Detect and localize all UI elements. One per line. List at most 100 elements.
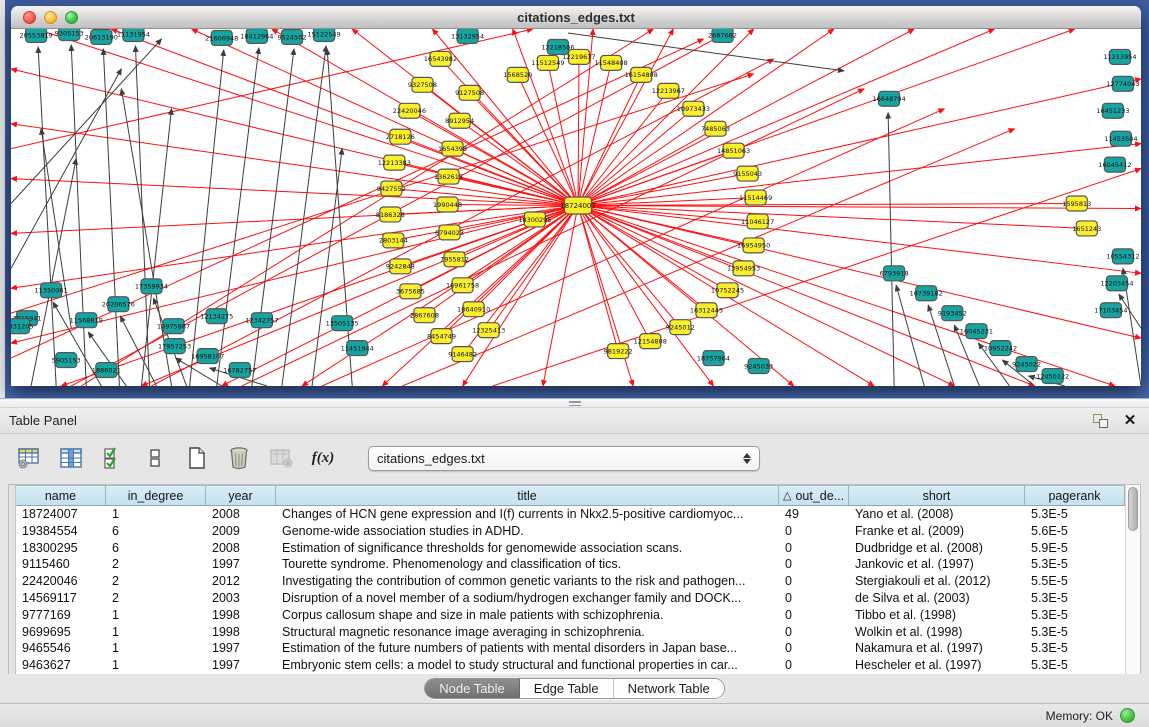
graph-node[interactable]: 16451233 — [1096, 103, 1129, 118]
graph-node[interactable]: 10952242 — [984, 341, 1017, 356]
graph-node[interactable]: 12342757 — [245, 313, 278, 328]
table-cell[interactable]: 0 — [779, 556, 849, 573]
graph-node[interactable]: 11046127 — [741, 214, 774, 229]
graph-node[interactable]: 5905153 — [52, 353, 81, 368]
graph-node[interactable]: 1651243 — [1072, 221, 1101, 236]
graph-node[interactable]: 10752245 — [711, 283, 744, 298]
table-cell[interactable]: 1 — [106, 607, 206, 624]
graph-node[interactable]: 17359934 — [135, 279, 168, 294]
table-cell[interactable]: Wolkin et al. (1998) — [849, 624, 1025, 641]
table-cell[interactable]: 1998 — [206, 624, 276, 641]
table-cell[interactable]: 1 — [106, 640, 206, 657]
graph-node[interactable]: 13505135 — [326, 316, 359, 331]
column-header-in_degree[interactable]: in_degree — [106, 486, 206, 505]
table-cell[interactable]: Dudbridge et al. (2008) — [849, 540, 1025, 557]
table-cell[interactable]: 2009 — [206, 523, 276, 540]
graph-node[interactable]: 20206576 — [102, 297, 135, 312]
column-header-year[interactable]: year — [206, 486, 276, 505]
table-cell[interactable]: 9699695 — [16, 624, 106, 641]
table-cell[interactable]: 1 — [106, 657, 206, 674]
table-cell[interactable]: 1 — [106, 624, 206, 641]
table-cell[interactable]: 1 — [106, 506, 206, 523]
table-cell[interactable]: 6 — [106, 523, 206, 540]
graph-node[interactable]: 6793918 — [880, 266, 909, 281]
graph-node[interactable]: 2867608 — [410, 308, 439, 323]
graph-node[interactable]: 8186328 — [376, 207, 405, 222]
graph-node[interactable]: 9155043 — [733, 166, 762, 181]
table-cell[interactable]: 0 — [779, 523, 849, 540]
table-cell[interactable]: Investigating the contribution of common… — [276, 573, 779, 590]
graph-node[interactable]: 18640910 — [457, 302, 490, 317]
panel-resize-handle[interactable] — [569, 401, 581, 406]
graph-node[interactable]: 9327508 — [408, 77, 437, 92]
table-row[interactable]: 1830029562008Estimation of significance … — [16, 540, 1125, 557]
table-cell[interactable]: Estimation of significance thresholds fo… — [276, 540, 779, 557]
table-cell[interactable]: Embryonic stem cells: a model to study s… — [276, 657, 779, 674]
table-cell[interactable]: 18300295 — [16, 540, 106, 557]
table-cell[interactable]: 19384554 — [16, 523, 106, 540]
vertical-scrollbar[interactable] — [1125, 485, 1140, 674]
graph-node[interactable]: 9146482 — [448, 347, 477, 362]
table-cell[interactable]: 9465546 — [16, 640, 106, 657]
graph-node[interactable]: 16154808 — [625, 67, 658, 82]
table-cell[interactable]: Nakamura et al. (1997) — [849, 640, 1025, 657]
graph-node[interactable]: 8912954 — [445, 113, 474, 128]
graph-node[interactable]: 10973433 — [677, 101, 710, 116]
graph-node[interactable]: 1654398 — [438, 141, 467, 156]
graph-node[interactable]: 12450122 — [1036, 369, 1069, 384]
table-mode-icon[interactable] — [14, 443, 44, 473]
close-panel-icon[interactable]: ✕ — [1119, 412, 1141, 430]
graph-node[interactable]: 13954953 — [727, 261, 760, 276]
table-cell[interactable]: 5.3E-5 — [1025, 640, 1125, 657]
panel-divider[interactable] — [0, 398, 1149, 408]
graph-node[interactable]: 2718126 — [386, 129, 415, 144]
table-cell[interactable]: 2003 — [206, 590, 276, 607]
graph-node[interactable]: 16543982 — [424, 51, 457, 66]
scrollbar-thumb[interactable] — [1128, 487, 1138, 531]
network-canvas[interactable]: 2055381993051532061319011131954216069481… — [11, 29, 1141, 386]
network-view-window[interactable]: citations_edges.txt 20553819930515320613… — [11, 6, 1141, 386]
graph-node[interactable]: 12203454 — [1100, 276, 1133, 291]
graph-node[interactable]: 1362615 — [434, 169, 463, 184]
table-cell[interactable]: Corpus callosum shape and size in male p… — [276, 607, 779, 624]
graph-node[interactable]: 18757964 — [697, 351, 730, 366]
table-cell[interactable]: 2012 — [206, 573, 276, 590]
table-cell[interactable]: 5.5E-5 — [1025, 573, 1125, 590]
table-row[interactable]: 1938455462009Genome-wide association stu… — [16, 523, 1125, 540]
table-cell[interactable]: 5.3E-5 — [1025, 590, 1125, 607]
table-cell[interactable]: Franke et al. (2009) — [849, 523, 1025, 540]
column-header-short[interactable]: short — [849, 486, 1025, 505]
graph-node[interactable]: 7485063 — [701, 121, 730, 136]
graph-node[interactable]: 16045412 — [1098, 157, 1131, 172]
graph-node[interactable]: 16954950 — [737, 238, 770, 253]
graph-node[interactable]: 9427552 — [377, 181, 406, 196]
table-cell[interactable]: 9777169 — [16, 607, 106, 624]
table-row[interactable]: 946362711997Embryonic stem cells: a mode… — [16, 657, 1125, 674]
graph-node[interactable]: 2803144 — [379, 233, 408, 248]
table-cell[interactable]: 0 — [779, 607, 849, 624]
graph-node[interactable]: 20613190 — [85, 29, 118, 44]
tab-edge-table[interactable]: Edge Table — [520, 679, 614, 698]
table-cell[interactable]: 9115460 — [16, 556, 106, 573]
graph-node[interactable]: 18412964 — [240, 29, 273, 43]
graph-node[interactable]: 9245033 — [744, 359, 773, 374]
table-cell[interactable]: 9463627 — [16, 657, 106, 674]
window-titlebar[interactable]: citations_edges.txt — [11, 6, 1141, 29]
table-cell[interactable]: Stergiakouli et al. (2012) — [849, 573, 1025, 590]
graph-node[interactable]: 6794023 — [435, 225, 464, 240]
graph-node[interactable]: 9127508 — [455, 85, 484, 100]
table-cell[interactable]: 5.3E-5 — [1025, 624, 1125, 641]
new-table-icon[interactable] — [182, 443, 212, 473]
table-row[interactable]: 977716911998Corpus callosum shape and si… — [16, 607, 1125, 624]
graph-node[interactable]: 2687682 — [708, 29, 737, 42]
table-row[interactable]: 946554611997Estimation of the future num… — [16, 640, 1125, 657]
table-cell[interactable]: Changes of HCN gene expression and I(f) … — [276, 506, 779, 523]
table-cell[interactable]: 0 — [779, 640, 849, 657]
show-column-icon[interactable] — [56, 443, 86, 473]
table-cell[interactable]: 5.3E-5 — [1025, 657, 1125, 674]
column-header-title[interactable]: title — [276, 486, 779, 505]
graph-node[interactable]: 9305153 — [55, 29, 84, 40]
table-cell[interactable]: Tibbo et al. (1998) — [849, 607, 1025, 624]
table-row[interactable]: 969969511998Structural magnetic resonanc… — [16, 624, 1125, 641]
table-cell[interactable]: 1997 — [206, 556, 276, 573]
